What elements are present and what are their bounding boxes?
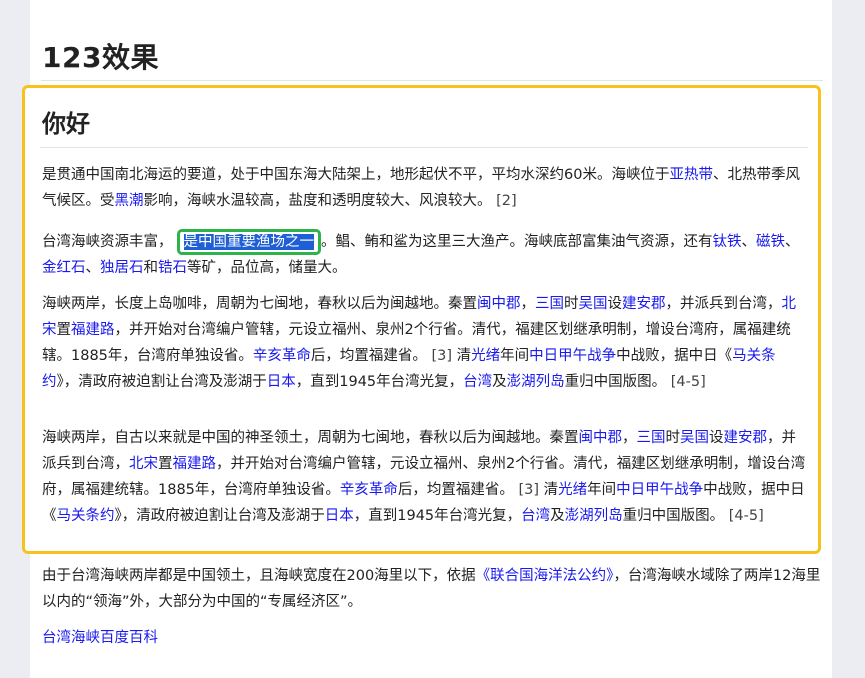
link-japan[interactable]: 日本: [267, 374, 296, 390]
text: 及: [550, 508, 565, 524]
paragraph-2: 台湾海峡资源丰富， 是中国重要渔场之一 。鲳、鲔和鲨为这里三大渔产。海峡底部富集油气…: [42, 229, 806, 281]
text: 清: [543, 482, 559, 498]
link-minzhong[interactable]: 闽中郡: [477, 296, 521, 312]
paragraph-4: 海峡两岸，自古以来就是中国的神圣领土，周朝为七闽地，春秋以后为闽越地。秦置闽中郡…: [42, 425, 806, 529]
link-shimonoseki[interactable]: 马关条约: [57, 508, 115, 524]
text: 时: [564, 296, 579, 312]
article-page: 123效果 你好 是贯通中国南北海运的要道，处于中国东海大陆架上，地形起伏不平，…: [22, 0, 832, 678]
link-subtropical[interactable]: 亚热带: [669, 167, 713, 183]
selected-text[interactable]: 是中国重要渔场之一: [183, 234, 314, 250]
link-ilmenite[interactable]: 钛铁: [713, 234, 742, 250]
link-rutile[interactable]: 金红石: [42, 260, 86, 276]
citation-4-5[interactable]: [4-5]: [729, 508, 764, 524]
paragraph-5: 由于台湾海峡两岸都是中国领土，且海峡宽度在200海里以下，依据《联合国海洋法公约…: [42, 563, 822, 615]
source-paragraph: 台湾海峡百度百科: [42, 625, 822, 651]
source-link[interactable]: 台湾海峡百度百科: [42, 630, 158, 646]
text: ，并派兵到台湾，: [665, 296, 782, 312]
paragraph-1: 是贯通中国南北海运的要道，处于中国东海大陆架上，地形起伏不平，平均水深约60米。…: [42, 162, 806, 214]
text: 置: [56, 322, 72, 338]
link-penghu[interactable]: 澎湖列岛: [507, 374, 565, 390]
section-divider: [40, 147, 808, 148]
text: 年间: [587, 482, 617, 498]
citation-3[interactable]: [3]: [519, 482, 540, 498]
link-penghu[interactable]: 澎湖列岛: [565, 508, 623, 524]
link-magnetite[interactable]: 磁铁: [756, 234, 785, 250]
paragraph-3: 海峡两岸，长度上岛咖啡，周朝为七闽地，春秋以后为闽越地。秦置闽中郡，三国时吴国设…: [42, 291, 806, 395]
page-title: 123效果: [42, 41, 159, 74]
text: 设: [709, 430, 724, 446]
link-unclos[interactable]: 《联合国海洋法公约》: [476, 568, 614, 584]
link-guangxu[interactable]: 光绪: [558, 482, 587, 498]
text: 时: [665, 430, 681, 446]
text: 重归中国版图。: [622, 508, 725, 524]
text: 》，清政府被迫割让台湾及澎湖于: [56, 374, 267, 390]
link-guangxu[interactable]: 光绪: [471, 348, 500, 364]
text: 影响，海峡水温较高，盐度和透明度较大、风浪较大。: [143, 193, 492, 209]
citation-2[interactable]: [2]: [496, 193, 517, 209]
text: 年间: [500, 348, 530, 364]
text: 后，均置福建省。: [310, 348, 427, 364]
citation-4-5[interactable]: [4-5]: [671, 374, 706, 390]
text: ，: [520, 296, 536, 312]
link-taiwan[interactable]: 台湾: [521, 508, 550, 524]
link-xinhai[interactable]: 辛亥革命: [253, 348, 311, 364]
link-northern-song[interactable]: 北宋: [129, 456, 158, 472]
text: 清: [456, 348, 472, 364]
text: ，直到1945年台湾光复，: [295, 374, 464, 390]
link-zircon[interactable]: 锆石: [158, 260, 187, 276]
link-minzhong[interactable]: 闽中郡: [579, 430, 623, 446]
link-fujian-lu[interactable]: 福建路: [173, 456, 217, 472]
text: 、: [741, 234, 757, 250]
link-sino-japanese-war[interactable]: 中日甲午战争: [529, 348, 616, 364]
text: 中战败，据中日《: [616, 348, 733, 364]
text: 、: [785, 234, 800, 250]
text: 海峡两岸，长度上岛咖啡，周朝为七闽地，春秋以后为闽越地。秦置: [42, 296, 477, 312]
link-sino-japanese-war[interactable]: 中日甲午战争: [616, 482, 703, 498]
text: 及: [492, 374, 507, 390]
section-title: 你好: [42, 110, 90, 138]
text: 后，均置福建省。: [397, 482, 514, 498]
link-fujian-lu[interactable]: 福建路: [71, 322, 115, 338]
link-monazite[interactable]: 独居石: [100, 260, 144, 276]
text-selection-box[interactable]: 是中国重要渔场之一: [176, 229, 321, 255]
text: 、: [85, 260, 101, 276]
link-three-kingdoms[interactable]: 三国: [535, 296, 564, 312]
highlighted-section: 你好 是贯通中国南北海运的要道，处于中国东海大陆架上，地形起伏不平，平均水深约6…: [22, 85, 821, 554]
text: 重归中国版图。: [564, 374, 667, 390]
title-divider: [41, 80, 823, 81]
link-jianan[interactable]: 建安郡: [724, 430, 768, 446]
citation-3[interactable]: [3]: [432, 348, 453, 364]
link-kuroshio[interactable]: 黑潮: [115, 193, 144, 209]
link-xinhai[interactable]: 辛亥革命: [340, 482, 398, 498]
text: 。鲳、鲔和鲨为这里三大渔产。海峡底部富集油气资源，还有: [321, 234, 713, 250]
link-japan[interactable]: 日本: [325, 508, 354, 524]
text: 台湾海峡资源丰富，: [42, 234, 173, 250]
link-jianan[interactable]: 建安郡: [622, 296, 666, 312]
text: ，直到1945年台湾光复，: [353, 508, 522, 524]
text: 和: [143, 260, 159, 276]
link-wu[interactable]: 吴国: [579, 296, 608, 312]
text: 等矿，品位高，储量大。: [187, 260, 347, 276]
link-three-kingdoms[interactable]: 三国: [637, 430, 666, 446]
text: 》，清政府被迫割让台湾及澎湖于: [114, 508, 325, 524]
text: 海峡两岸，自古以来就是中国的神圣领土，周朝为七闽地，春秋以后为闽越地。秦置: [42, 430, 579, 446]
text: 置: [158, 456, 173, 472]
text: ，: [622, 430, 637, 446]
link-wu[interactable]: 吴国: [680, 430, 709, 446]
text: 是贯通中国南北海运的要道，处于中国东海大陆架上，地形起伏不平，平均水深约60米。…: [42, 167, 670, 183]
text: 设: [607, 296, 623, 312]
link-taiwan[interactable]: 台湾: [463, 374, 492, 390]
text: 由于台湾海峡两岸都是中国领土，且海峡宽度在200海里以下，依据: [42, 568, 476, 584]
